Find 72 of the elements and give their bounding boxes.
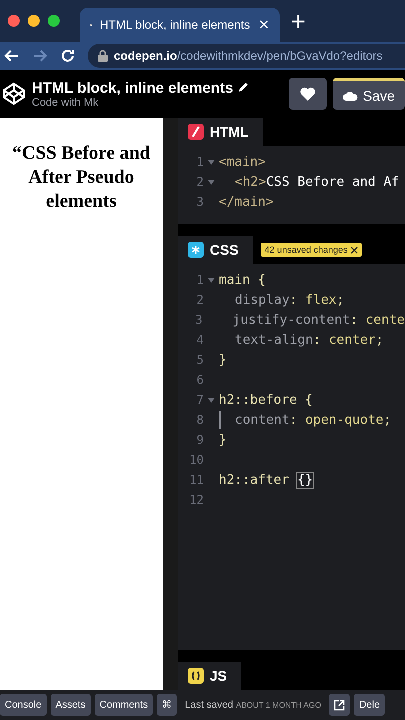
external-link-icon: [334, 700, 346, 710]
heart-icon: [300, 87, 316, 101]
line-number: 2: [196, 293, 204, 307]
code-editor[interactable]: 1 main { 2 display: flex; 3 justify-content: cente 4 text-align: center; 5 } 6 7 h2::before { 8 content: open-quote; 9 } 10 11 h2::after {} 12: [178, 264, 405, 650]
code-line: justify-content: cente: [232, 312, 405, 328]
code-line: <main>: [219, 154, 266, 170]
maximize-window-dot[interactable]: [48, 15, 60, 27]
reload-icon[interactable]: [60, 48, 76, 64]
tab-close-button[interactable]: ×: [258, 17, 270, 33]
pen-title: HTML block, inline elements: [32, 80, 234, 96]
resize-handle[interactable]: [163, 118, 178, 690]
fold-arrow-icon[interactable]: [208, 160, 215, 164]
browser-tab[interactable]: HTML block, inline elements ×: [80, 8, 280, 42]
code-line: display: flex;: [234, 292, 345, 308]
line-number: 3: [194, 313, 203, 327]
code-line: content: open-quote;: [234, 412, 392, 428]
footer-button[interactable]: Comments: [94, 694, 154, 716]
open-external-button[interactable]: [329, 694, 350, 716]
editor-tab[interactable]: JS: [178, 662, 242, 690]
code-line: h2::before {: [219, 392, 313, 408]
line-number: 1: [196, 273, 204, 287]
fold-arrow-icon[interactable]: [208, 278, 215, 282]
line-number: 12: [188, 493, 204, 507]
footer-button[interactable]: Assets: [50, 694, 91, 716]
line-number: 10: [188, 453, 204, 467]
lock-icon: [98, 50, 108, 62]
code-line: }: [219, 352, 227, 368]
line-number: 5: [196, 353, 204, 367]
code-line: }: [219, 432, 227, 448]
code-line: </main>: [219, 194, 274, 210]
editor-tab[interactable]: CSS: [178, 236, 253, 264]
line-number: 9: [196, 433, 204, 447]
line-number: 8: [196, 413, 204, 427]
line-number: 11: [188, 473, 204, 487]
asterisk-icon: [188, 242, 204, 258]
back-icon[interactable]: [4, 48, 20, 64]
close-icon[interactable]: [350, 246, 358, 254]
line-number: 4: [196, 333, 204, 347]
line-number: 1: [196, 155, 204, 169]
code-line: main {: [219, 272, 266, 288]
author-name: Code with Mk: [32, 96, 100, 108]
forward-icon[interactable]: [32, 48, 48, 64]
delete-button[interactable]: Dele: [354, 694, 386, 716]
braces-icon: [188, 668, 204, 684]
code-line: text-align: center;: [234, 332, 384, 348]
unsaved-changes-badge[interactable]: 42 unsaved changes: [260, 243, 362, 257]
last-saved-text: Last saved ABOUT 1 MONTH AGO: [185, 700, 322, 710]
line-number: 3: [196, 195, 204, 209]
cloud-icon: [343, 90, 358, 102]
url-text: codepen.io/codewithmkdev/pen/bGvaVdo?editors: [114, 49, 383, 63]
line-number: 6: [196, 373, 204, 387]
minimize-window-dot[interactable]: [28, 15, 40, 27]
tab-title: HTML block, inline elements: [100, 18, 250, 32]
address-bar[interactable]: codepen.io/codewithmkdev/pen/bGvaVdo?editors: [88, 44, 405, 68]
fold-arrow-icon[interactable]: [208, 398, 215, 402]
footer-button[interactable]: Console: [0, 694, 47, 716]
code-line: <h2>CSS Before and Af: [234, 174, 400, 190]
cube-logo-icon: [2, 82, 26, 106]
fold-arrow-icon[interactable]: [208, 180, 215, 184]
new-tab-button[interactable]: +: [290, 9, 307, 33]
editor-tab[interactable]: HTML: [178, 118, 263, 146]
code-line: h2::after {}: [219, 472, 314, 488]
code-editor[interactable]: 1 <main> 2 <h2>CSS Before and Af 3 </main>: [178, 146, 405, 224]
preview-heading: “CSS Before and After Pseudo elements: [12, 142, 152, 214]
shortcuts-button[interactable]: ⌘: [157, 694, 178, 716]
slash-icon: [188, 124, 204, 140]
close-window-dot[interactable]: [8, 15, 20, 27]
line-number: 7: [196, 393, 204, 407]
save-button[interactable]: Save: [333, 78, 405, 110]
line-number: 2: [196, 175, 204, 189]
like-button[interactable]: [289, 78, 327, 110]
pencil-icon[interactable]: [237, 82, 250, 94]
